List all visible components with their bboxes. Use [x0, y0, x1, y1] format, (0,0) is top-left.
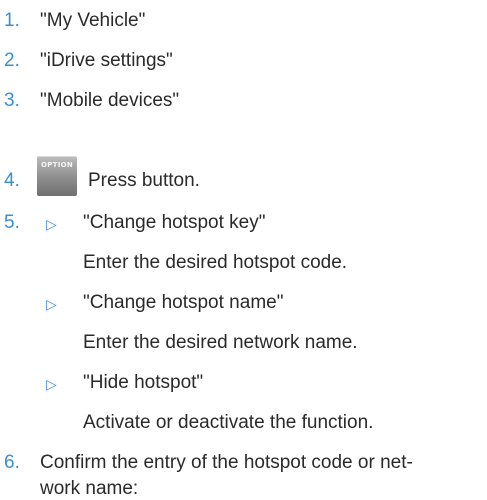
option-detail: Enter the desired hotspot code. — [83, 252, 348, 273]
option-label: "Change hotspot name" — [83, 292, 284, 313]
option-detail: Enter the desired network name. — [83, 332, 358, 353]
step-text: Press button. — [88, 170, 200, 191]
step-number: 5. — [4, 212, 20, 233]
step-text: Confirm the entry of the hotspot code or… — [40, 452, 413, 473]
option-button-icon: OPTION — [37, 156, 77, 196]
step-number: 2. — [4, 50, 20, 71]
step-number: 6. — [4, 452, 20, 473]
step-text: work name: — [40, 478, 139, 499]
option-label: "Hide hotspot" — [83, 372, 204, 393]
option-label: "Change hotspot key" — [83, 212, 266, 233]
step-number: 3. — [4, 90, 20, 111]
triangle-right-icon: ▷ — [46, 376, 57, 392]
option-button-label: OPTION — [40, 161, 74, 169]
step-number: 1. — [4, 10, 20, 31]
step-number: 4. — [4, 170, 20, 191]
step-text: "My Vehicle" — [40, 10, 146, 31]
instruction-list: 1. "My Vehicle" 2. "iDrive settings" 3. … — [0, 0, 487, 499]
triangle-right-icon: ▷ — [46, 216, 57, 232]
step-text: "iDrive settings" — [40, 50, 173, 71]
option-detail: Activate or deactivate the function. — [83, 412, 374, 433]
step-text: "Mobile devices" — [40, 90, 180, 111]
triangle-right-icon: ▷ — [46, 296, 57, 312]
